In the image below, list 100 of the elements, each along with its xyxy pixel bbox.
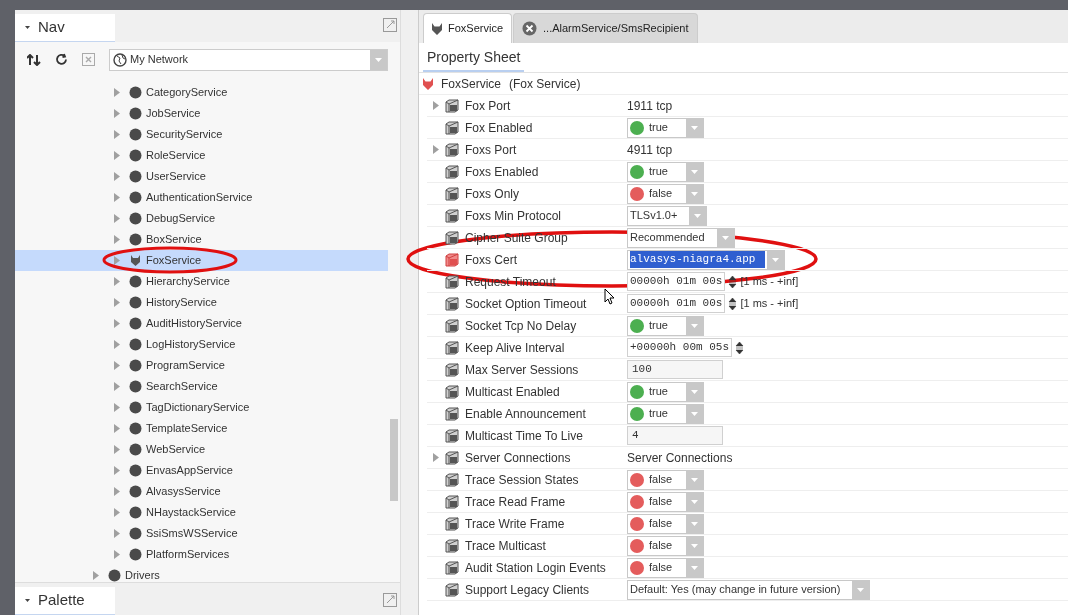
dropdown-caret[interactable] <box>686 558 703 577</box>
select-dropdown[interactable]: Recommended <box>627 227 735 248</box>
spinner-icon[interactable] <box>728 274 738 289</box>
input-field[interactable]: 100 <box>627 360 723 379</box>
dropdown-caret[interactable] <box>852 580 870 599</box>
tree-item[interactable]: NHaystackService <box>15 502 388 523</box>
tree-item[interactable]: AuthenticationService <box>15 187 388 208</box>
expand-arrow-icon[interactable] <box>113 508 121 517</box>
tree-item[interactable]: FoxService <box>15 250 388 271</box>
boolean-dropdown[interactable]: false <box>627 535 704 556</box>
tree-item[interactable]: AlvasysService <box>15 481 388 502</box>
tree-item[interactable]: SearchService <box>15 376 388 397</box>
refresh-icon[interactable] <box>55 53 68 66</box>
dropdown-caret[interactable] <box>686 536 703 555</box>
sort-icon[interactable] <box>27 53 41 66</box>
expand-arrow-icon[interactable] <box>113 88 121 97</box>
expand-arrow-icon[interactable] <box>113 529 121 538</box>
boolean-dropdown[interactable]: false <box>627 491 704 512</box>
expand-arrow-icon[interactable] <box>113 235 121 244</box>
expand-arrow-icon[interactable] <box>113 130 121 139</box>
expand-arrow-icon[interactable] <box>113 256 121 265</box>
tree-item[interactable]: DebugService <box>15 208 388 229</box>
dropdown-caret[interactable] <box>689 206 707 225</box>
expand-arrow-icon[interactable] <box>92 571 100 580</box>
maximize-icon[interactable] <box>383 593 397 607</box>
close-box-icon[interactable] <box>82 53 95 66</box>
maximize-icon[interactable] <box>383 18 397 32</box>
expand-arrow-icon[interactable] <box>113 424 121 433</box>
dropdown-caret[interactable] <box>686 118 703 137</box>
expand-arrow-icon[interactable] <box>113 382 121 391</box>
expand-arrow-icon[interactable] <box>113 193 121 202</box>
tree-item[interactable]: RoleService <box>15 145 388 166</box>
dropdown-caret[interactable] <box>716 228 734 247</box>
expand-arrow-icon[interactable] <box>113 445 121 454</box>
boolean-dropdown[interactable]: true <box>627 403 704 424</box>
tree-item[interactable]: TagDictionaryService <box>15 397 388 418</box>
boolean-dropdown[interactable]: true <box>627 315 704 336</box>
expand-arrow-icon[interactable] <box>432 145 440 154</box>
view-tab[interactable]: Property Sheet <box>423 44 525 72</box>
expand-arrow-icon[interactable] <box>113 361 121 370</box>
dropdown-caret[interactable] <box>686 514 703 533</box>
tree-item[interactable]: HierarchyService <box>15 271 388 292</box>
tree-item[interactable]: TemplateService <box>15 418 388 439</box>
editor-tab[interactable]: FoxService <box>423 13 513 43</box>
boolean-dropdown[interactable]: false <box>627 557 704 578</box>
tree-item[interactable]: HistoryService <box>15 292 388 313</box>
duration-field[interactable]: +00000h 00m 05s <box>627 338 733 357</box>
close-circle-icon[interactable] <box>522 21 538 36</box>
boolean-dropdown[interactable]: false <box>627 513 704 534</box>
expand-arrow-icon[interactable] <box>113 340 121 349</box>
boolean-dropdown[interactable]: true <box>627 161 704 182</box>
expand-arrow-icon[interactable] <box>113 403 121 412</box>
dropdown-caret[interactable] <box>686 316 703 335</box>
expand-arrow-icon[interactable] <box>113 298 121 307</box>
tree-item[interactable]: SsiSmsWSService <box>15 523 388 544</box>
expand-arrow-icon[interactable] <box>113 550 121 559</box>
expand-arrow-icon[interactable] <box>113 172 121 181</box>
spinner-icon[interactable] <box>735 340 745 355</box>
nav-panel-tab[interactable]: Nav <box>15 14 115 42</box>
input-field[interactable]: 4 <box>627 426 723 445</box>
select-dropdown[interactable]: alvasys-niagra4.app <box>627 249 786 270</box>
tree-item[interactable]: SecurityService <box>15 124 388 145</box>
tree-item[interactable]: JobService <box>15 103 388 124</box>
dropdown-caret[interactable] <box>686 492 703 511</box>
expand-arrow-icon[interactable] <box>113 487 121 496</box>
editor-tab[interactable]: ...AlarmService/SmsRecipient <box>513 13 698 43</box>
tree-item[interactable]: EnvasAppService <box>15 460 388 481</box>
boolean-dropdown[interactable]: true <box>627 381 704 402</box>
tree-item[interactable]: BoxService <box>15 229 388 250</box>
expand-arrow-icon[interactable] <box>113 214 121 223</box>
scrollbar-thumb[interactable] <box>390 419 398 501</box>
tree-item[interactable]: Drivers <box>15 565 388 582</box>
boolean-dropdown[interactable]: false <box>627 183 704 204</box>
expand-arrow-icon[interactable] <box>432 453 440 462</box>
tree-item[interactable]: PlatformServices <box>15 544 388 565</box>
expand-arrow-icon[interactable] <box>113 151 121 160</box>
dropdown-caret[interactable] <box>686 184 703 203</box>
boolean-dropdown[interactable]: true <box>627 117 704 138</box>
duration-field[interactable]: 00000h 01m 00s <box>627 294 726 313</box>
select-dropdown[interactable]: Default: Yes (may change in future version) <box>627 579 871 600</box>
tree-item[interactable]: ProgramService <box>15 355 388 376</box>
spinner-icon[interactable] <box>728 296 738 311</box>
expand-arrow-icon[interactable] <box>432 101 440 110</box>
expand-arrow-icon[interactable] <box>113 319 121 328</box>
tree-item[interactable]: UserService <box>15 166 388 187</box>
expand-arrow-icon[interactable] <box>113 109 121 118</box>
tree-item[interactable]: WebService <box>15 439 388 460</box>
dropdown-caret[interactable] <box>767 250 785 269</box>
network-dropdown[interactable]: My Network <box>109 48 388 71</box>
dropdown-caret[interactable] <box>686 404 703 423</box>
dropdown-caret[interactable] <box>686 470 703 489</box>
tree-item[interactable]: AuditHistoryService <box>15 313 388 334</box>
duration-field[interactable]: 00000h 01m 00s <box>627 272 726 291</box>
expand-arrow-icon[interactable] <box>113 466 121 475</box>
tree-item[interactable]: LogHistoryService <box>15 334 388 355</box>
dropdown-caret[interactable] <box>686 382 703 401</box>
palette-panel-tab[interactable]: Palette <box>15 587 115 615</box>
select-dropdown[interactable]: TLSv1.0+ <box>627 205 708 226</box>
dropdown-caret[interactable] <box>686 162 703 181</box>
boolean-dropdown[interactable]: false <box>627 469 704 490</box>
